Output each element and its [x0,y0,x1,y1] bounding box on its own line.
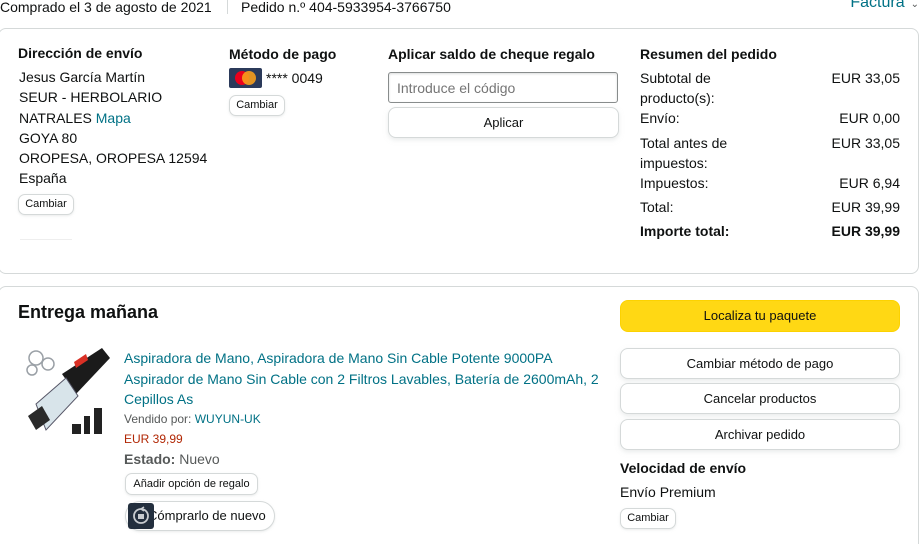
shipping-address: Jesus García Martín SEUR - HERBOLARIO NA… [19,67,207,189]
purchase-date: Comprado el 3 de agosto de 2021 [0,0,212,15]
buy-again-label: Cómprarlo de nuevo [148,508,266,523]
address-line: Jesus García Martín [19,69,146,85]
apply-button[interactable]: Aplicar [388,107,619,138]
seller-link[interactable]: WUYUN-UK [195,412,261,426]
product-image[interactable] [22,344,114,442]
chevron-down-icon: ⌄ [910,0,919,10]
invoice-label: Factura [850,0,905,11]
address-line: OROPESA, OROPESA 12594 [19,150,208,167]
shipping-address-title: Dirección de envío [18,45,143,61]
address-line: NATRALES Mapa [19,109,131,126]
order-summary: Subtotal de producto(s): EUR 33,05 Envío:… [640,68,900,241]
gift-card-title: Aplicar saldo de cheque regalo [388,46,595,62]
change-address-button[interactable]: Cambiar [18,194,74,215]
sold-by: Vendido por: WUYUN-UK [124,412,261,426]
change-payment-method-button[interactable]: Cambiar método de pago [620,348,900,379]
track-package-button[interactable]: Localiza tu paquete [620,300,900,332]
cancel-items-button[interactable]: Cancelar productos [620,383,900,414]
order-number: Pedido n.º 404-5933954-3766750 [241,0,451,15]
mastercard-icon [229,68,262,88]
card-digits: **** 0049 [266,70,323,86]
header-divider [227,0,228,14]
map-link[interactable]: Mapa [96,110,131,126]
order-header: Comprado el 3 de agosto de 2021 Pedido n… [0,0,923,20]
buy-again-icon [128,503,154,529]
product-title-link[interactable]: Aspiradora de Mano, Aspiradora de Mano S… [124,348,604,410]
summary-row: Total antes de impuestos: EUR 33,05 [640,135,900,171]
shipping-speed-value: Envío Premium [620,484,716,500]
summary-row: Total: EUR 39,99 [640,199,900,215]
gift-code-input[interactable] [388,72,618,103]
summary-row: Impuestos: EUR 6,94 [640,175,900,191]
invoice-link[interactable]: Factura ⌄ [850,0,919,12]
product-price: EUR 39,99 [124,432,183,446]
order-summary-title: Resumen del pedido [640,46,777,62]
payment-method-title: Método de pago [229,46,337,62]
address-line: SEUR - HERBOLARIO [19,89,163,106]
summary-row: Subtotal de producto(s): EUR 33,05 [640,70,900,106]
delivery-title: Entrega mañana [18,302,159,322]
change-shipping-speed-button[interactable]: Cambiar [620,508,676,529]
summary-total-row: Importe total: EUR 39,99 [640,223,900,239]
change-payment-button[interactable]: Cambiar [229,95,285,116]
add-gift-option-button[interactable]: Añadir opción de regalo [125,473,258,495]
archive-order-button[interactable]: Archivar pedido [620,419,900,450]
summary-row: Envío: EUR 0,00 [640,110,900,126]
address-line: España [19,170,67,187]
product-condition: Estado: Nuevo [124,451,220,467]
shipping-speed-title: Velocidad de envío [620,460,747,476]
divider [20,239,72,240]
address-line: GOYA 80 [19,129,78,146]
